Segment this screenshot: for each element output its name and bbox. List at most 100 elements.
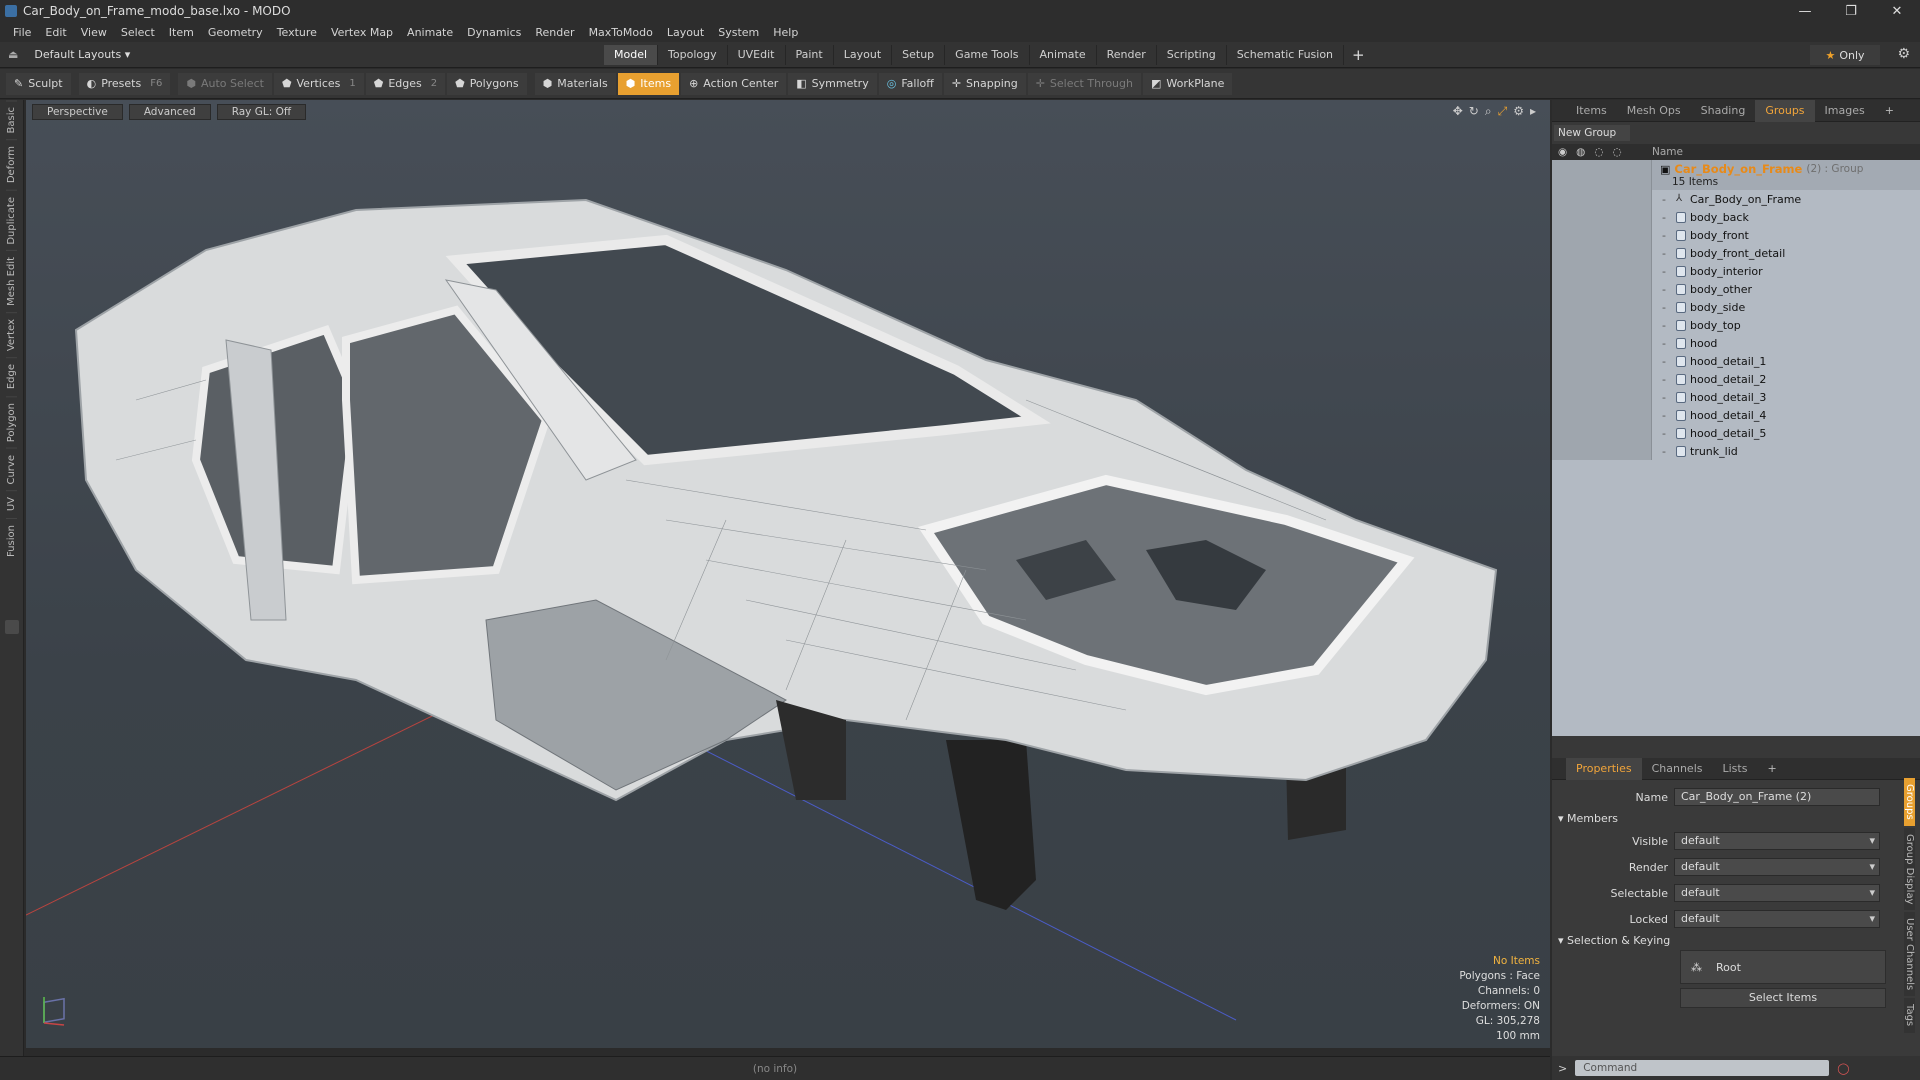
left-tab-curve[interactable]: Curve — [6, 447, 17, 491]
tab-setup[interactable]: Setup — [892, 44, 946, 65]
name-column-header[interactable]: Name — [1652, 146, 1683, 158]
menu-vertex-map[interactable]: Vertex Map — [324, 26, 400, 39]
polygons-button[interactable]: ⬟ Polygons — [447, 72, 527, 95]
list-item[interactable]: - hood_detail_3 — [1552, 388, 1920, 406]
command-input[interactable]: Command — [1575, 1060, 1830, 1076]
tab-channels[interactable]: Channels — [1642, 758, 1713, 780]
list-item[interactable]: - trunk_lid — [1552, 442, 1920, 460]
auto-select-button[interactable]: ⬢ Auto Select — [178, 72, 272, 95]
menu-texture[interactable]: Texture — [270, 26, 324, 39]
list-item[interactable]: - ⅄ Car_Body_on_Frame — [1552, 190, 1920, 208]
new-group-button[interactable]: New Group — [1554, 125, 1630, 141]
rotate-icon[interactable]: ↻ — [1469, 104, 1479, 119]
snapping-button[interactable]: ✛ Snapping — [943, 72, 1026, 95]
render-dropdown[interactable]: default — [1674, 858, 1880, 876]
menu-render[interactable]: Render — [528, 26, 581, 39]
tab-items[interactable]: Items — [1566, 100, 1617, 122]
menu-layout[interactable]: Layout — [660, 26, 711, 39]
selectable-dropdown[interactable]: default — [1674, 884, 1880, 902]
left-tab-edge[interactable]: Edge — [6, 357, 17, 396]
menu-dynamics[interactable]: Dynamics — [460, 26, 528, 39]
group-name-field[interactable]: Car_Body_on_Frame (2) — [1674, 788, 1880, 806]
tab-schematic-fusion[interactable]: Schematic Fusion — [1227, 44, 1345, 65]
left-tab-polygon[interactable]: Polygon — [6, 395, 17, 448]
left-tab-mesh-edit[interactable]: Mesh Edit — [6, 250, 17, 313]
vertices-button[interactable]: ⬟ Vertices 1 — [273, 72, 364, 95]
tab-uvedit[interactable]: UVEdit — [728, 44, 786, 65]
left-tab-duplicate[interactable]: Duplicate — [6, 189, 17, 251]
left-tab-basic[interactable]: Basic — [6, 100, 17, 140]
side-tab-group-display[interactable]: Group Display — [1904, 827, 1915, 911]
workplane-button[interactable]: ◩ WorkPlane — [1142, 72, 1233, 95]
menu-animate[interactable]: Animate — [400, 26, 460, 39]
menu-item[interactable]: Item — [162, 26, 201, 39]
add-props-tab-icon[interactable]: + — [1757, 758, 1786, 780]
tab-animate[interactable]: Animate — [1030, 44, 1097, 65]
symmetry-button[interactable]: ◧ Symmetry — [788, 72, 877, 95]
layout-selector[interactable]: ⏏ Default Layouts ▾ — [0, 48, 604, 61]
layout-arrow-icon[interactable]: ⏏ — [8, 48, 18, 61]
viewport-menu-icon[interactable]: ▸ — [1530, 104, 1536, 119]
close-button[interactable]: ✕ — [1874, 0, 1920, 22]
materials-button[interactable]: ⬢ Materials — [534, 72, 616, 95]
root-button[interactable]: ⁂ Root — [1680, 950, 1886, 984]
action-center-button[interactable]: ⊕ Action Center — [681, 72, 787, 95]
select-lock-icon[interactable]: ◌ — [1594, 146, 1603, 158]
list-item[interactable]: - body_side — [1552, 298, 1920, 316]
tab-mesh-ops[interactable]: Mesh Ops — [1617, 100, 1691, 122]
tab-layout[interactable]: Layout — [834, 44, 893, 65]
list-item[interactable]: - hood_detail_5 — [1552, 424, 1920, 442]
list-item[interactable]: - body_front — [1552, 226, 1920, 244]
presets-button[interactable]: ◐ Presets F6 — [78, 72, 171, 95]
edges-button[interactable]: ⬟ Edges 2 — [365, 72, 446, 95]
tab-paint[interactable]: Paint — [786, 44, 834, 65]
list-item[interactable]: - body_top — [1552, 316, 1920, 334]
record-icon[interactable]: ◯ — [1837, 1062, 1849, 1075]
viewport-3d[interactable]: Perspective Advanced Ray GL: Off ✥ ↻ ⌕ ⤢… — [26, 100, 1550, 1048]
list-item[interactable]: - hood — [1552, 334, 1920, 352]
render-icon[interactable]: ◍ — [1576, 146, 1585, 158]
tab-images[interactable]: Images — [1815, 100, 1875, 122]
select-items-button[interactable]: Select Items — [1680, 988, 1886, 1008]
menu-view[interactable]: View — [74, 26, 114, 39]
menu-edit[interactable]: Edit — [38, 26, 73, 39]
menu-select[interactable]: Select — [114, 26, 162, 39]
tab-shading[interactable]: Shading — [1691, 100, 1756, 122]
side-tab-groups[interactable]: Groups — [1904, 778, 1915, 826]
left-tab-deform[interactable]: Deform — [6, 139, 17, 190]
raygl-dropdown[interactable]: Ray GL: Off — [216, 104, 307, 120]
view-type-dropdown[interactable]: Perspective — [32, 104, 123, 120]
menu-maxtomodo[interactable]: MaxToModo — [582, 26, 660, 39]
list-item[interactable]: - body_other — [1552, 280, 1920, 298]
visible-dropdown[interactable]: default — [1674, 832, 1880, 850]
list-item[interactable]: - hood_detail_4 — [1552, 406, 1920, 424]
falloff-button[interactable]: ◎ Falloff — [878, 72, 942, 95]
locked-dropdown[interactable]: default — [1674, 910, 1880, 928]
add-panel-tab-icon[interactable]: + — [1875, 100, 1904, 122]
lock-icon[interactable]: ◌ — [1613, 146, 1622, 158]
menu-file[interactable]: File — [6, 26, 38, 39]
items-button[interactable]: ⬢ Items — [617, 72, 680, 95]
tab-properties[interactable]: Properties — [1566, 757, 1642, 780]
tab-game-tools[interactable]: Game Tools — [945, 44, 1030, 65]
group-row[interactable]: ▣ Car_Body_on_Frame (2) : Group 15 Items — [1552, 160, 1920, 190]
list-item[interactable]: - hood_detail_2 — [1552, 370, 1920, 388]
list-item[interactable]: - body_front_detail — [1552, 244, 1920, 262]
menu-help[interactable]: Help — [766, 26, 805, 39]
pan-icon[interactable]: ✥ — [1453, 104, 1463, 119]
side-tab-user-channels[interactable]: User Channels — [1904, 912, 1915, 997]
list-item[interactable]: - hood_detail_1 — [1552, 352, 1920, 370]
left-tab-vertex[interactable]: Vertex — [6, 312, 17, 358]
restore-button[interactable]: ❐ — [1828, 0, 1874, 22]
tab-scripting[interactable]: Scripting — [1157, 44, 1227, 65]
sculpt-button[interactable]: ✎ Sculpt — [6, 72, 71, 95]
menu-geometry[interactable]: Geometry — [201, 26, 270, 39]
viewport-settings-icon[interactable]: ⚙ — [1513, 104, 1524, 119]
tab-model[interactable]: Model — [604, 44, 659, 65]
menu-system[interactable]: System — [711, 26, 766, 39]
tab-groups[interactable]: Groups — [1755, 99, 1815, 122]
selection-keying-section[interactable]: ▾ Selection & Keying — [1552, 932, 1920, 950]
only-toggle[interactable]: ★ Only — [1810, 45, 1880, 65]
members-section[interactable]: ▾ Members — [1552, 810, 1920, 828]
left-tab-uv[interactable]: UV — [6, 490, 17, 518]
